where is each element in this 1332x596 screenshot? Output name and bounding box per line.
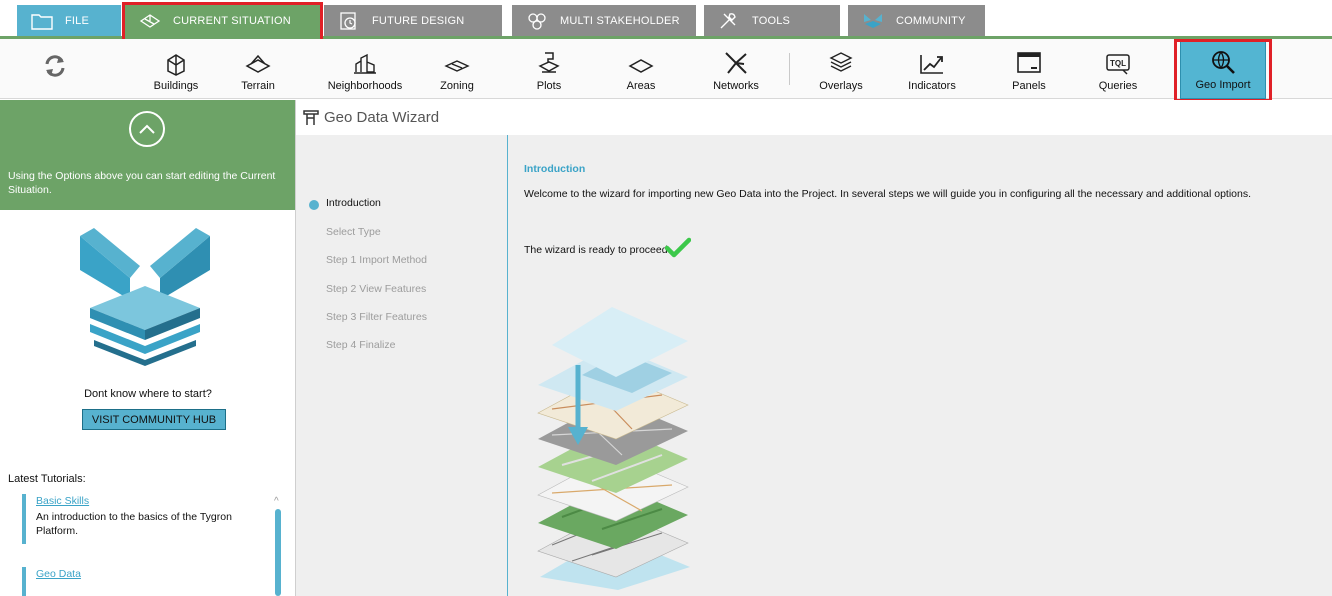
tab-label: FUTURE DESIGN xyxy=(372,14,465,27)
step-select-type[interactable]: Select Type xyxy=(326,226,381,238)
toolbar-label: Indicators xyxy=(908,80,956,92)
step-finalize[interactable]: Step 4 Finalize xyxy=(326,339,395,351)
wizard-icon xyxy=(303,109,319,125)
tygron-logo-icon xyxy=(862,11,884,31)
step-introduction[interactable]: Introduction xyxy=(326,197,381,209)
toolbar-terrain[interactable]: Terrain xyxy=(228,39,288,99)
chevron-up-icon xyxy=(139,124,155,134)
toolbar-overlays[interactable]: Overlays xyxy=(814,39,868,99)
overlay-icon xyxy=(829,52,853,72)
toolbar-label: Areas xyxy=(626,80,656,92)
tab-label: FILE xyxy=(65,14,90,27)
tab-tools[interactable]: TOOLS xyxy=(704,5,840,36)
area-icon xyxy=(628,59,654,73)
building-outline-icon xyxy=(139,11,161,31)
toolbar-geo-import[interactable]: Geo Import xyxy=(1180,39,1266,99)
toolbar-label: Overlays xyxy=(819,80,863,92)
toolbar-zoning[interactable]: Zoning xyxy=(432,39,482,99)
toolbar-queries[interactable]: TQL Queries xyxy=(1092,39,1144,99)
zoning-icon xyxy=(444,60,470,72)
scroll-thumb[interactable] xyxy=(275,509,281,596)
toolbar-label: Buildings xyxy=(153,80,199,92)
collapse-button[interactable] xyxy=(129,111,165,147)
tutorial-link-basic-skills[interactable]: Basic Skills xyxy=(36,494,252,508)
plot-icon xyxy=(538,52,560,73)
wizard-title: Geo Data Wizard xyxy=(324,109,440,126)
content-title: Introduction xyxy=(524,163,586,175)
toolbar-label: Terrain xyxy=(241,80,275,92)
toolbar-plots[interactable]: Plots xyxy=(524,39,574,99)
tutorials-scrollbar[interactable]: ^ xyxy=(274,496,284,596)
toolbar-separator xyxy=(789,53,790,85)
globe-search-icon xyxy=(1212,51,1235,74)
building-icon xyxy=(167,54,185,76)
toolbar-neighborhoods[interactable]: Neighborhoods xyxy=(322,39,408,99)
geo-data-wizard: Geo Data Wizard Introduction Select Type… xyxy=(296,100,1332,596)
tab-future-design[interactable]: FUTURE DESIGN xyxy=(324,5,502,36)
toolbar-label: Zoning xyxy=(440,80,474,92)
query-icon: TQL xyxy=(1106,54,1130,75)
toolbar-label: Plots xyxy=(536,80,562,92)
tools-icon xyxy=(718,11,740,31)
sidebar-info-text: Using the Options above you can start ed… xyxy=(8,170,276,196)
wizard-header: Geo Data Wizard xyxy=(296,100,1332,135)
network-icon xyxy=(725,52,747,74)
sidebar-header: Using the Options above you can start ed… xyxy=(0,100,295,210)
tab-label: COMMUNITY xyxy=(896,14,966,27)
toolbar-networks[interactable]: Networks xyxy=(708,39,764,99)
welcome-text: Welcome to the wizard for importing new … xyxy=(524,188,1252,200)
toolbar-buildings[interactable]: Buildings xyxy=(140,39,212,99)
toolbar: Buildings Terrain Neighborhoods Zoning P… xyxy=(0,39,1332,102)
neighborhood-icon xyxy=(354,53,376,74)
toolbar-panels[interactable]: Panels xyxy=(1004,39,1054,99)
tab-file[interactable]: FILE xyxy=(17,5,121,36)
toolbar-label: Queries xyxy=(1098,80,1138,92)
tutorial-link-geo-data[interactable]: Geo Data xyxy=(36,567,252,581)
wizard-steps: Introduction Select Type Step 1 Import M… xyxy=(296,135,508,596)
check-icon xyxy=(664,237,692,264)
indicator-icon xyxy=(920,55,943,74)
left-sidebar: Using the Options above you can start ed… xyxy=(0,100,296,596)
folder-icon xyxy=(31,11,53,31)
tab-label: CURRENT SITUATION xyxy=(173,14,291,27)
tab-multi-stakeholder[interactable]: MULTI STAKEHOLDER xyxy=(512,5,696,36)
svg-text:TQL: TQL xyxy=(1110,59,1126,68)
step-import-method[interactable]: Step 1 Import Method xyxy=(326,254,427,266)
tygron-logo-icon xyxy=(80,228,210,373)
stakeholder-icon xyxy=(526,11,548,31)
tab-community[interactable]: COMMUNITY xyxy=(848,5,985,36)
step-filter-features[interactable]: Step 3 Filter Features xyxy=(326,311,427,323)
tutorials-heading: Latest Tutorials: xyxy=(8,473,86,485)
tutorial-description: An introduction to the basics of the Tyg… xyxy=(36,511,232,537)
map-layers-illustration xyxy=(532,305,712,595)
app-window: FILE CURRENT SITUATION FUTURE DESIGN MUL… xyxy=(0,0,1332,596)
current-step-indicator xyxy=(309,200,319,210)
help-prompt: Dont know where to start? xyxy=(84,388,212,400)
clock-building-icon xyxy=(338,11,360,31)
terrain-icon xyxy=(245,54,271,73)
visit-community-hub-button[interactable]: VISIT COMMUNITY HUB xyxy=(82,409,226,430)
step-view-features[interactable]: Step 2 View Features xyxy=(326,283,426,295)
toolbar-areas[interactable]: Areas xyxy=(616,39,666,99)
toolbar-label: Networks xyxy=(713,80,759,92)
toolbar-label: Panels xyxy=(1012,80,1046,92)
tutorial-card: Basic Skills An introduction to the basi… xyxy=(22,494,252,544)
tab-label: TOOLS xyxy=(752,14,791,27)
main-tab-bar: FILE CURRENT SITUATION FUTURE DESIGN MUL… xyxy=(0,0,1332,44)
toolbar-label: Geo Import xyxy=(1195,79,1251,91)
refresh-button[interactable] xyxy=(30,39,80,99)
scroll-up-icon[interactable]: ^ xyxy=(274,496,279,507)
panel-icon xyxy=(1017,52,1041,73)
toolbar-label: Neighborhoods xyxy=(327,80,403,92)
tab-current-situation[interactable]: CURRENT SITUATION xyxy=(125,5,320,36)
tutorial-card: Geo Data xyxy=(22,567,252,596)
toolbar-indicators[interactable]: Indicators xyxy=(902,39,962,99)
refresh-icon xyxy=(41,52,69,87)
tab-label: MULTI STAKEHOLDER xyxy=(560,14,680,27)
ready-text: The wizard is ready to proceed. xyxy=(524,244,671,256)
